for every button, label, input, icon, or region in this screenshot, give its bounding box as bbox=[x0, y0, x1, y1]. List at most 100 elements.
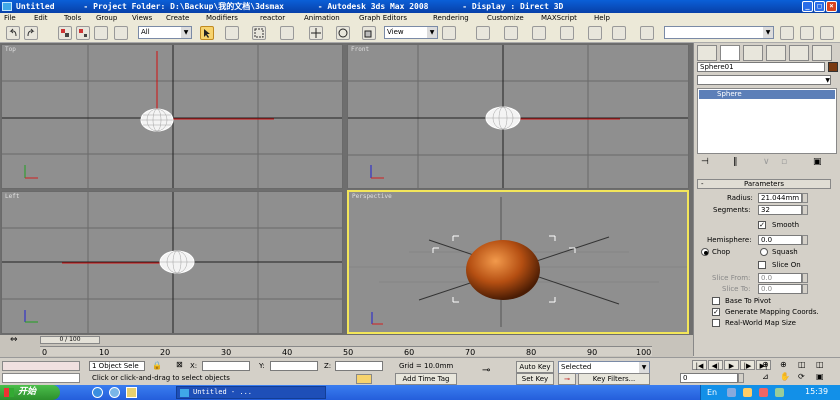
slice-to-spinner[interactable] bbox=[802, 284, 808, 294]
menu-customize[interactable]: Customize bbox=[487, 13, 524, 24]
go-to-start-icon[interactable]: |◀ bbox=[692, 360, 707, 370]
edit-named-selection-icon[interactable] bbox=[640, 26, 654, 40]
add-time-tag-button[interactable]: Add Time Tag bbox=[395, 373, 457, 385]
field-of-view-icon[interactable]: ⊿ bbox=[762, 372, 769, 381]
maximize-button[interactable]: □ bbox=[814, 1, 825, 12]
angle-snap-icon[interactable] bbox=[560, 26, 574, 40]
explorer-quicklaunch-icon[interactable] bbox=[126, 387, 137, 398]
undo-icon[interactable] bbox=[6, 26, 20, 40]
configure-modifier-sets-icon[interactable]: ▣ bbox=[813, 157, 822, 167]
time-tag-icon[interactable] bbox=[356, 374, 372, 384]
base-to-pivot-checkbox[interactable] bbox=[712, 297, 720, 305]
key-filters-button[interactable]: Key Filters... bbox=[578, 373, 650, 385]
hemisphere-field[interactable]: 0.0 bbox=[758, 235, 802, 245]
trackbar-toggle-icon[interactable]: ⇔ bbox=[10, 335, 18, 345]
pin-stack-icon[interactable]: ⊣ bbox=[701, 157, 709, 167]
x-coordinate-field[interactable] bbox=[202, 361, 250, 371]
sphere-object[interactable] bbox=[466, 240, 540, 300]
slice-from-spinner[interactable] bbox=[802, 273, 808, 283]
tray-network-icon[interactable] bbox=[727, 388, 736, 397]
snaps-toggle-icon[interactable] bbox=[532, 26, 546, 40]
viewport-top[interactable]: Top bbox=[1, 44, 343, 189]
minimize-button[interactable]: _ bbox=[802, 1, 813, 12]
orbit-icon[interactable]: ⟳ bbox=[798, 372, 805, 381]
viewport-label-top[interactable]: Top bbox=[5, 46, 16, 53]
unlink-icon[interactable] bbox=[76, 26, 90, 40]
current-frame-spinner[interactable] bbox=[738, 373, 744, 383]
modify-tab-icon[interactable] bbox=[720, 45, 740, 61]
rotate-icon[interactable] bbox=[336, 26, 350, 40]
spinner-snap-icon[interactable] bbox=[612, 26, 626, 40]
pivot-center-icon[interactable] bbox=[442, 26, 456, 40]
viewport-label-left[interactable]: Left bbox=[5, 193, 19, 200]
real-world-map-checkbox[interactable] bbox=[712, 319, 720, 327]
tray-security-icon[interactable] bbox=[759, 388, 768, 397]
segments-field[interactable]: 32 bbox=[758, 205, 802, 215]
z-coordinate-field[interactable] bbox=[335, 361, 383, 371]
selection-filter-dropdown[interactable]: All ▼ bbox=[138, 26, 192, 39]
zoom-icon[interactable]: ⊕ bbox=[762, 360, 769, 369]
time-ruler[interactable]: 0 10 20 30 40 50 60 70 80 90 100 bbox=[40, 346, 652, 357]
segments-spinner[interactable] bbox=[802, 205, 808, 215]
tray-app-icon[interactable] bbox=[775, 388, 784, 397]
select-object-icon[interactable] bbox=[200, 26, 214, 40]
menu-graph-editors[interactable]: Graph Editors bbox=[359, 13, 407, 24]
chop-radio[interactable] bbox=[701, 248, 709, 256]
parameters-rollout-header[interactable]: - Parameters bbox=[697, 179, 831, 189]
named-selection-dropdown[interactable]: ▼ bbox=[664, 26, 774, 39]
squash-radio[interactable] bbox=[760, 248, 768, 256]
radius-field[interactable]: 21.044mm bbox=[758, 193, 802, 203]
zoom-extents-icon[interactable]: ◫ bbox=[798, 360, 806, 369]
slice-to-field[interactable]: 0.0 bbox=[758, 284, 802, 294]
menu-file[interactable]: File bbox=[4, 13, 16, 24]
zoom-extents-all-icon[interactable]: ◫ bbox=[816, 360, 824, 369]
menu-reactor[interactable]: reactor bbox=[260, 13, 285, 24]
maxscript-listener-pink[interactable] bbox=[2, 361, 80, 371]
object-name-field[interactable]: Sphere01 bbox=[697, 62, 825, 72]
make-unique-icon[interactable]: ∨ bbox=[763, 157, 770, 167]
key-filter-icon[interactable]: ⊸ bbox=[558, 373, 576, 385]
modifier-list-dropdown[interactable]: ▼ bbox=[697, 75, 831, 85]
show-end-result-icon[interactable]: ‖ bbox=[733, 157, 738, 167]
lock-icon[interactable]: 🔒 bbox=[152, 361, 162, 370]
close-button[interactable]: × bbox=[826, 1, 837, 12]
generate-mapping-checkbox[interactable]: ✓ bbox=[712, 308, 720, 316]
link-icon[interactable] bbox=[58, 26, 72, 40]
zoom-all-icon[interactable]: ⊕ bbox=[780, 360, 787, 369]
y-coordinate-field[interactable] bbox=[270, 361, 318, 371]
motion-tab-icon[interactable] bbox=[766, 45, 786, 61]
smooth-checkbox[interactable]: ✓ bbox=[758, 221, 766, 229]
hemisphere-spinner[interactable] bbox=[802, 235, 808, 245]
window-crossing-icon[interactable] bbox=[280, 26, 294, 40]
object-color-swatch[interactable] bbox=[828, 62, 838, 72]
viewport-perspective[interactable]: Perspective bbox=[347, 190, 689, 334]
scale-icon[interactable] bbox=[362, 26, 376, 40]
viewport-front[interactable]: Front bbox=[347, 44, 689, 189]
time-slider[interactable]: 0 / 100 bbox=[40, 336, 100, 344]
select-by-name-icon[interactable] bbox=[225, 26, 239, 40]
menu-animation[interactable]: Animation bbox=[304, 13, 340, 24]
menu-edit[interactable]: Edit bbox=[34, 13, 48, 24]
utilities-tab-icon[interactable] bbox=[812, 45, 832, 61]
viewport-label-front[interactable]: Front bbox=[351, 46, 369, 53]
menu-modifiers[interactable]: Modifiers bbox=[206, 13, 238, 24]
absolute-mode-icon[interactable]: ⊠ bbox=[176, 360, 183, 369]
radius-spinner[interactable] bbox=[802, 193, 808, 203]
current-frame-field[interactable]: 0 bbox=[680, 373, 738, 383]
hierarchy-tab-icon[interactable] bbox=[743, 45, 763, 61]
tray-clock[interactable]: 15:39 bbox=[805, 387, 828, 396]
manipulate-icon[interactable] bbox=[476, 26, 490, 40]
menu-group[interactable]: Group bbox=[96, 13, 117, 24]
menu-views[interactable]: Views bbox=[132, 13, 152, 24]
redo-icon[interactable] bbox=[24, 26, 38, 40]
remove-modifier-icon[interactable]: ▫ bbox=[781, 157, 787, 167]
align-icon[interactable] bbox=[800, 26, 814, 40]
move-icon[interactable] bbox=[309, 26, 323, 40]
stack-item-sphere[interactable]: Sphere bbox=[699, 90, 835, 99]
reference-coord-dropdown[interactable]: View ▼ bbox=[384, 26, 438, 39]
maxscript-listener-white[interactable] bbox=[2, 373, 80, 383]
menu-maxscript[interactable]: MAXScript bbox=[541, 13, 577, 24]
pan-icon[interactable]: ✋ bbox=[780, 372, 790, 381]
slice-from-field[interactable]: 0.0 bbox=[758, 273, 802, 283]
mirror-icon[interactable] bbox=[780, 26, 794, 40]
